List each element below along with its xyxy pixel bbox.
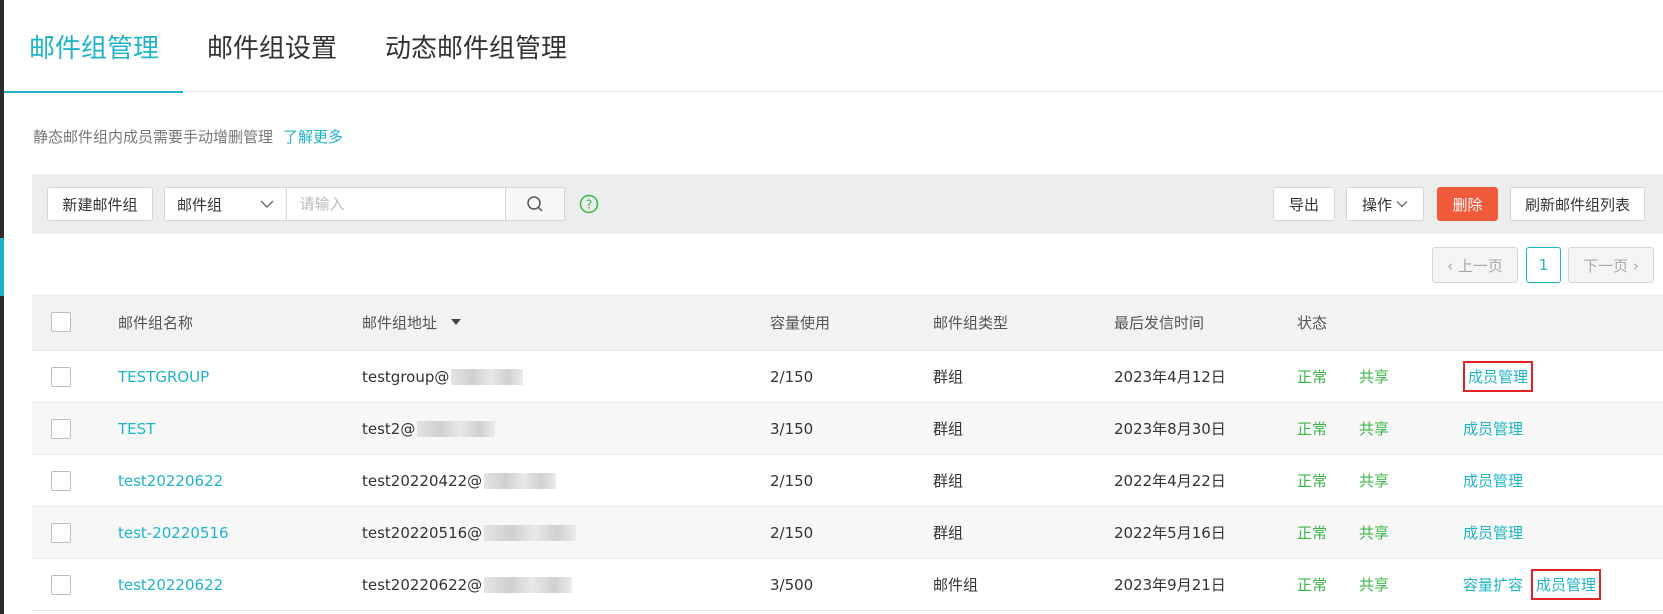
member-management-link[interactable]: 成员管理 [1463,361,1534,392]
share-badge: 共享 [1359,524,1390,542]
last-sent-time: 2023年9月21日 [1114,576,1226,594]
status-badge: 正常 [1297,368,1328,386]
header-last-sent: 最后发信时间 [1114,313,1205,332]
redacted-domain [484,472,557,489]
header-address[interactable]: 邮件组地址 [362,294,462,350]
tab-group-settings[interactable]: 邮件组设置 [183,0,361,92]
chevron-down-icon [1396,201,1408,208]
new-group-button[interactable]: 新建邮件组 [47,187,153,221]
last-sent-time: 2023年4月12日 [1114,368,1226,386]
row-checkbox[interactable] [51,522,71,543]
notice-text: 静态邮件组内成员需要手动增删管理 [33,128,274,146]
status-badge: 正常 [1297,524,1328,542]
sidebar-active-indicator [0,238,4,296]
capacity-usage: 2/150 [770,471,814,490]
last-sent-time: 2022年4月22日 [1114,472,1226,490]
share-badge: 共享 [1359,472,1390,490]
page-number-button[interactable]: 1 [1526,247,1561,283]
header-name: 邮件组名称 [118,313,194,332]
tab-dynamic-group-management[interactable]: 动态邮件组管理 [361,0,591,92]
member-management-link[interactable]: 成员管理 [1463,470,1523,491]
group-name-link[interactable]: TESTGROUP [118,368,209,386]
top-tabs: 邮件组管理 邮件组设置 动态邮件组管理 [4,0,1663,93]
status-badge: 正常 [1297,472,1328,490]
table-header: 邮件组名称 邮件组地址 容量使用 邮件组类型 最后发信时间 状态 [32,294,1663,351]
row-checkbox[interactable] [51,418,71,439]
search-group: 邮件组 [164,187,565,221]
last-sent-time: 2023年8月30日 [1114,420,1226,438]
table-row: test20220622 test20220622@ 3/500 邮件组 202… [32,559,1663,611]
search-icon [527,196,543,212]
group-name-link[interactable]: test20220622 [118,576,223,594]
operations-label: 操作 [1361,195,1392,214]
capacity-usage: 3/150 [770,419,814,438]
group-address: test20220516@ [362,523,483,542]
group-address: test20220422@ [362,471,483,490]
mail-group-table: 邮件组名称 邮件组地址 容量使用 邮件组类型 最后发信时间 状态 TESTGRO… [32,294,1663,611]
search-button[interactable] [505,188,564,220]
row-checkbox[interactable] [51,366,71,387]
operations-dropdown[interactable]: 操作 [1346,187,1424,221]
group-address: test2@ [362,419,416,438]
redacted-domain [451,368,524,385]
table-row: test20220622 test20220422@ 2/150 群组 2022… [32,455,1663,507]
share-badge: 共享 [1359,368,1390,386]
header-type: 邮件组类型 [933,313,1009,332]
member-management-link[interactable]: 成员管理 [1531,569,1602,600]
sort-down-icon[interactable] [451,319,462,325]
search-type-select[interactable]: 邮件组 [165,188,288,220]
tab-group-management[interactable]: 邮件组管理 [4,0,184,93]
table-row: TEST test2@ 3/150 群组 2023年8月30日 正常 共享 成员… [32,403,1663,455]
redacted-domain [484,524,577,541]
member-management-link[interactable]: 成员管理 [1463,522,1523,543]
row-checkbox[interactable] [51,470,71,491]
group-address: test20220622@ [362,575,483,594]
capacity-expand-link[interactable]: 容量扩容 [1463,574,1523,595]
group-type: 邮件组 [933,576,979,594]
header-address-label: 邮件组地址 [362,313,438,332]
export-button[interactable]: 导出 [1273,187,1335,221]
group-address: testgroup@ [362,367,450,386]
group-type: 群组 [933,472,964,490]
prev-page-button[interactable]: ‹ 上一页 [1432,247,1518,283]
share-badge: 共享 [1359,420,1390,438]
chevron-down-icon [260,200,274,208]
group-name-link[interactable]: test20220622 [118,472,223,490]
last-sent-time: 2022年5月16日 [1114,524,1226,542]
redacted-domain [417,420,496,437]
table-row: test-20220516 test20220516@ 2/150 群组 202… [32,507,1663,559]
status-badge: 正常 [1297,420,1328,438]
capacity-usage: 2/150 [770,367,814,386]
capacity-usage: 2/150 [770,523,814,542]
learn-more-link[interactable]: 了解更多 [283,126,343,147]
delete-button[interactable]: 删除 [1437,187,1498,221]
member-management-link[interactable]: 成员管理 [1463,418,1523,439]
table-row: TESTGROUP testgroup@ 2/150 群组 2023年4月12日… [32,351,1663,403]
search-type-value: 邮件组 [177,195,223,214]
refresh-group-list-button[interactable]: 刷新邮件组列表 [1510,187,1645,221]
toolbar: 新建邮件组 邮件组 ? 导出 操作 删除 刷新邮件组列表 [32,174,1663,234]
row-checkbox[interactable] [51,574,71,595]
group-type: 群组 [933,524,964,542]
header-status: 状态 [1297,313,1328,332]
status-badge: 正常 [1297,576,1328,594]
svg-text:?: ? [586,198,592,212]
group-type: 群组 [933,368,964,386]
next-page-button[interactable]: 下一页 › [1568,247,1654,283]
header-capacity: 容量使用 [770,313,831,332]
search-input[interactable] [287,188,506,220]
group-name-link[interactable]: test-20220516 [118,524,229,542]
select-all-checkbox[interactable] [51,312,71,332]
static-group-notice: 静态邮件组内成员需要手动增删管理 了解更多 [33,126,343,147]
group-type: 群组 [933,420,964,438]
redacted-domain [484,576,573,593]
capacity-usage: 3/500 [770,575,814,594]
group-name-link[interactable]: TEST [118,420,155,438]
help-icon[interactable]: ? [579,194,599,214]
share-badge: 共享 [1359,576,1390,594]
